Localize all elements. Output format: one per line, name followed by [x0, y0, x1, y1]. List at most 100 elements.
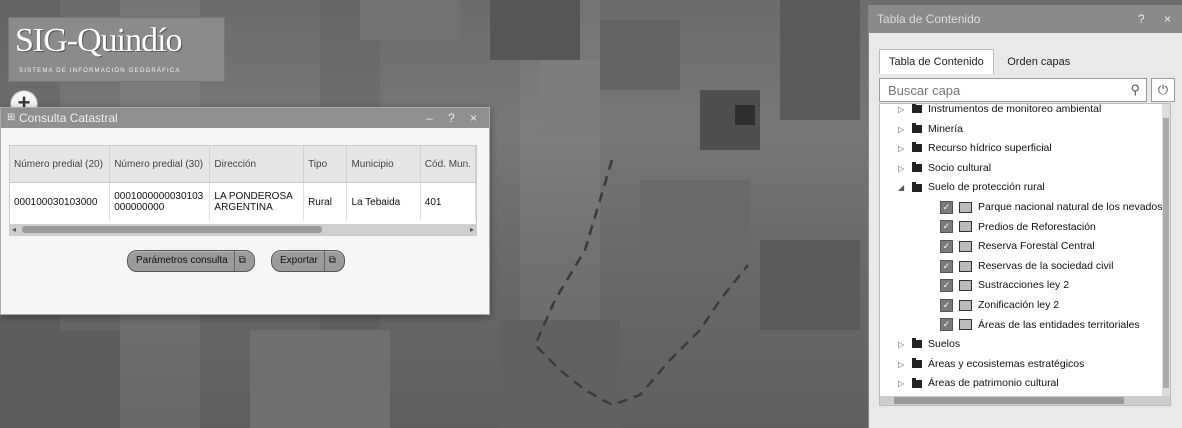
exportar-button[interactable]: Exportar ⧉	[271, 250, 345, 272]
toc-window-controls[interactable]: ? ×	[1138, 5, 1179, 33]
dialog-titlebar[interactable]: ⊞ Consulta Catastral – ? ×	[1, 108, 489, 128]
column-header[interactable]: Municipio	[346, 146, 421, 183]
table-cell: LA PONDEROSA ARGENTINA	[209, 182, 305, 221]
tree-layer-item[interactable]: ✓ Predios de Reforestación	[940, 218, 1096, 236]
layer-icon	[959, 299, 972, 311]
collapsed-triangle-icon[interactable]: ▷	[898, 140, 908, 158]
tree-item-label: Reservas de la sociedad civil	[978, 259, 1114, 272]
tree-layer-item[interactable]: ✓ Áreas de las entidades territoriales	[940, 316, 1140, 334]
tree-item-label: Áreas de patrimonio cultural	[928, 377, 1059, 390]
layer-icon	[959, 260, 972, 272]
folder-icon	[912, 162, 922, 173]
folder-icon	[912, 142, 922, 153]
tree-folder-item[interactable]: ▷ Áreas y ecosistemas estratégicos	[898, 355, 1084, 373]
tree-item-label: Reserva Forestal Central	[978, 240, 1095, 253]
tree-item-label: Instrumentos de monitoreo ambiental	[928, 103, 1102, 115]
table-cell: 000100030103000	[10, 182, 111, 221]
collapsed-triangle-icon[interactable]: ▷	[898, 104, 908, 119]
tree-folder-item[interactable]: ▷ Instrumentos de monitoreo ambiental	[898, 103, 1102, 119]
tree-layer-item[interactable]: ✓ Zonificación ley 2	[940, 296, 1059, 314]
layer-search-box: ⚲	[879, 78, 1147, 102]
collapsed-triangle-icon[interactable]: ▷	[898, 336, 908, 354]
tab-tabla-de-contenido[interactable]: Tabla de Contenido	[879, 49, 994, 74]
tree-item-label: Áreas y ecosistemas estratégicos	[928, 357, 1085, 370]
table-cell: 401	[420, 182, 476, 221]
table-header-row: Número predial (20) Número predial (30) …	[10, 146, 476, 183]
table-cell: La Tebaida	[346, 182, 421, 221]
tree-item-label: Suelo de protección rural	[928, 181, 1045, 194]
logo-title: SIG-Quindío	[15, 22, 183, 59]
consulta-catastral-dialog: ⊞ Consulta Catastral – ? × Número predia…	[0, 107, 490, 315]
button-label: Parámetros consulta	[136, 255, 228, 266]
window-icon: ⧉	[323, 251, 336, 271]
tree-item-label: Áreas de las entidades territoriales	[978, 318, 1140, 331]
tree-layer-item[interactable]: ✓ Reserva Forestal Central	[940, 237, 1095, 255]
layer-checkbox[interactable]: ✓	[940, 220, 953, 234]
scroll-thumb[interactable]	[1163, 118, 1169, 388]
tree-layer-item[interactable]: ✓ Parque nacional natural de los nevados	[940, 198, 1162, 216]
column-header[interactable]: Dirección	[209, 146, 305, 183]
tree-horizontal-scrollbar[interactable]	[880, 396, 1170, 405]
toc-titlebar[interactable]: Tabla de Contenido ? ×	[869, 5, 1182, 33]
table-row[interactable]: 000100030103000 0001000000030103 0000000…	[10, 182, 476, 221]
scroll-thumb[interactable]	[894, 397, 1124, 404]
parametros-consulta-button[interactable]: Parámetros consulta ⧉	[127, 250, 255, 272]
collapsed-triangle-icon[interactable]: ▷	[898, 160, 908, 178]
window-icon: ⧉	[233, 251, 246, 271]
tree-item-label: Recurso hídrico superficial	[928, 142, 1052, 155]
tree-folder-item[interactable]: ▷ Socio cultural	[898, 159, 991, 177]
layer-checkbox[interactable]: ✓	[940, 239, 953, 253]
expanded-triangle-icon[interactable]: ◢	[898, 179, 908, 197]
scroll-left-icon[interactable]: ◂	[12, 224, 16, 235]
tab-orden-capas[interactable]: Orden capas	[998, 50, 1079, 74]
tree-folder-item[interactable]: ▷ Recurso hídrico superficial	[898, 139, 1052, 157]
folder-icon	[912, 338, 922, 349]
collapsed-triangle-icon[interactable]: ▷	[898, 356, 908, 374]
tree-vertical-scrollbar[interactable]	[1162, 104, 1170, 405]
collapsed-triangle-icon[interactable]: ▷	[898, 375, 908, 393]
search-icon[interactable]: ⚲	[1130, 82, 1140, 98]
tree-item-label: Parque nacional natural de los nevados	[978, 201, 1163, 213]
table-cell: Rural	[303, 182, 348, 221]
tree-folder-item[interactable]: ▷ Minería	[898, 120, 963, 138]
toc-tabs: Tabla de Contenido Orden capas	[879, 49, 1079, 74]
button-label: Exportar	[280, 255, 318, 266]
scroll-thumb[interactable]	[22, 226, 322, 233]
layer-search-row: ⚲ ⏻	[879, 78, 1177, 102]
layer-icon	[959, 280, 972, 292]
table-of-contents-panel: Tabla de Contenido ? × Tabla de Contenid…	[868, 5, 1182, 428]
layer-checkbox[interactable]: ✓	[940, 318, 953, 332]
scroll-right-icon[interactable]: ▸	[470, 224, 474, 235]
tree-folder-item[interactable]: ◢ Suelo de protección rural	[898, 178, 1045, 196]
folder-icon	[912, 122, 922, 133]
results-table: Número predial (20) Número predial (30) …	[10, 146, 476, 221]
column-header[interactable]: Cód. Mun.	[420, 146, 476, 183]
tree-item-label: Minería	[928, 122, 964, 135]
layer-icon	[959, 240, 972, 252]
layer-checkbox[interactable]: ✓	[940, 259, 953, 273]
folder-icon	[912, 358, 922, 369]
table-cell: 0001000000030103 000000000	[109, 182, 211, 221]
power-icon[interactable]: ⏻	[1151, 78, 1175, 102]
layer-search-input[interactable]	[886, 79, 1120, 101]
sig-quindio-logo: SIG-Quindío SISTEMA DE INFORMACIÓN GEOGR…	[8, 17, 225, 82]
tree-folder-item[interactable]: ▷ Áreas de patrimonio cultural	[898, 374, 1059, 392]
layer-checkbox[interactable]: ✓	[940, 200, 953, 214]
layer-checkbox[interactable]: ✓	[940, 279, 953, 293]
column-header[interactable]: Número predial (30)	[109, 146, 211, 183]
table-horizontal-scrollbar[interactable]: ◂ ▸	[10, 224, 476, 235]
layer-checkbox[interactable]: ✓	[940, 298, 953, 312]
column-header[interactable]: Tipo	[303, 146, 348, 183]
layer-icon	[959, 221, 972, 233]
dialog-icon: ⊞	[7, 112, 16, 123]
tree-item-label: Zonificación ley 2	[978, 299, 1060, 311]
tree-folder-item[interactable]: ▷ Suelos	[898, 335, 960, 353]
column-header[interactable]: Número predial (20)	[10, 146, 111, 183]
tree-layer-item[interactable]: ✓ Reservas de la sociedad civil	[940, 257, 1113, 275]
layer-icon	[959, 319, 972, 331]
folder-icon	[912, 181, 922, 192]
collapsed-triangle-icon[interactable]: ▷	[898, 121, 908, 139]
dialog-window-controls[interactable]: – ? ×	[426, 108, 483, 128]
tree-item-label: Socio cultural	[928, 161, 992, 174]
tree-layer-item[interactable]: ✓ Sustracciones ley 2	[940, 276, 1069, 294]
